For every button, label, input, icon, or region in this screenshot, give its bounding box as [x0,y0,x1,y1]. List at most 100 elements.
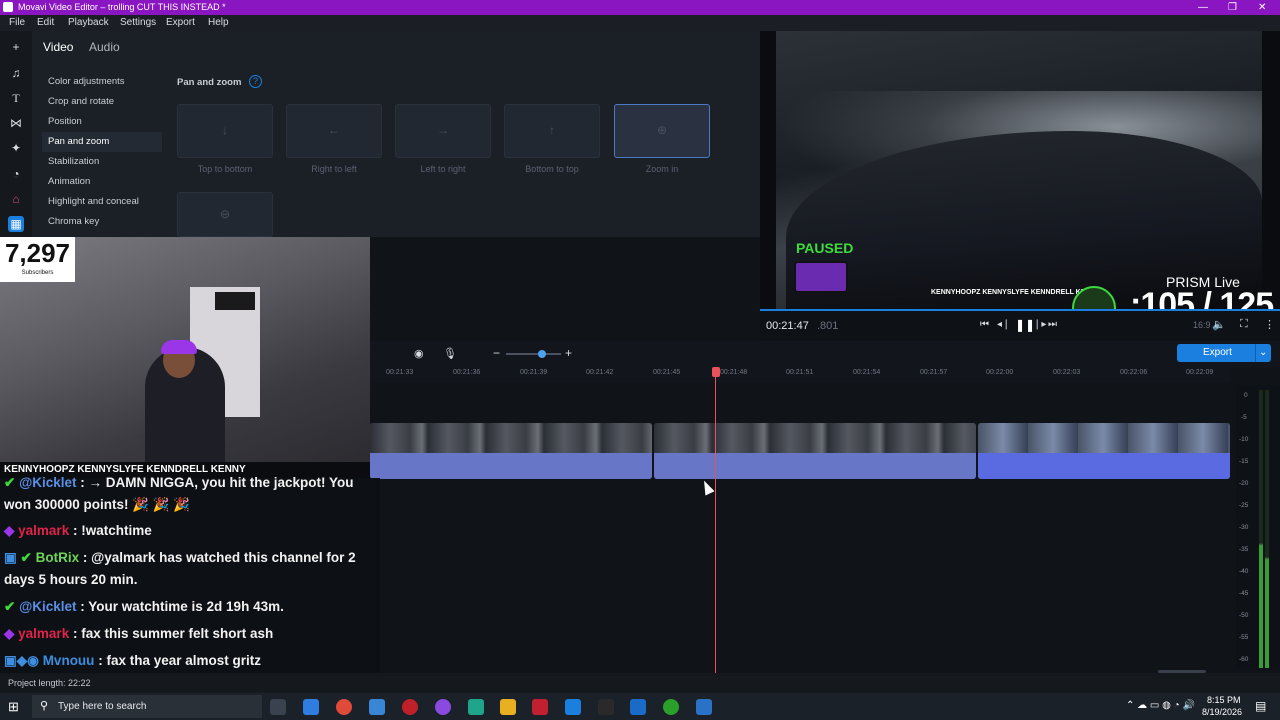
preset-top-to-bottom[interactable]: ↓ [177,104,273,158]
chevron-down-icon[interactable]: ⌄ [1255,344,1267,362]
clip-3[interactable] [978,423,1230,479]
app-icon[interactable] [696,699,712,715]
subscriber-counter: 7,297 Subscribers [0,237,75,282]
meter-tick: -30 [1239,524,1249,531]
category-color-adjustments[interactable]: Color adjustments [48,72,178,92]
ruler-tick: 00:22:00 [986,369,1014,376]
task-view-icon[interactable] [270,699,286,715]
arrow-left-icon: ← [328,123,340,137]
windows-start-icon[interactable]: ⊞ [8,699,19,715]
menu-export[interactable]: Export [166,15,195,31]
obs-icon[interactable] [402,699,418,715]
system-tray-icons[interactable]: ⌃ ☁ ▭ ◍ ◔ 🔊 [1126,700,1195,711]
taskbar-search[interactable]: ⚲ Type here to search [32,695,262,718]
app-icon[interactable] [435,699,451,715]
current-time: 00:21:47 [766,320,809,332]
skip-start-icon[interactable]: ⏮ [980,319,989,330]
category-animation[interactable]: Animation [48,172,178,192]
preset-bottom-to-top[interactable]: ↑ [504,104,600,158]
meter-tick: -10 [1239,436,1249,443]
ruler-tick: 00:21:54 [853,369,881,376]
ruler-tick: 00:21:51 [786,369,814,376]
preset-right-to-left[interactable]: ← [286,104,382,158]
seek-bar[interactable] [760,309,1280,311]
volume-icon[interactable]: 🔈 [1212,318,1226,331]
capcut-icon[interactable] [598,699,614,715]
menu-file[interactable]: File [9,15,25,31]
export-label: Export [1203,347,1232,358]
preset-label: Left to right [420,164,466,174]
chat-user: Mvnouu [42,653,95,668]
callouts-icon[interactable]: ⌂ [8,191,24,207]
file-explorer-icon[interactable] [500,699,516,715]
aspect-ratio[interactable]: 16:9 [1193,320,1211,330]
fullscreen-icon[interactable]: ⛶ [1240,318,1248,331]
menu-settings[interactable]: Settings [120,15,156,31]
check-icon: ✔ [4,599,20,614]
copilot-icon[interactable] [303,699,319,715]
skip-end-icon[interactable]: ⏭ [1048,319,1057,330]
preset-zoom-in[interactable]: ⊕ [614,104,710,158]
category-crop-rotate[interactable]: Crop and rotate [48,92,178,112]
store-icon[interactable] [369,699,385,715]
microphone-icon[interactable]: 🎙 [443,347,457,360]
stickers-icon[interactable]: ◔ [8,166,24,182]
transitions-icon[interactable]: ⋈ [8,115,24,131]
menu-help[interactable]: Help [208,15,229,31]
arrow-up-icon: ↑ [549,123,555,137]
category-pan-zoom[interactable]: Pan and zoom [42,132,162,152]
clip-waveform [370,453,652,479]
tab-audio[interactable]: Audio [89,40,120,54]
chat-user: yalmark [18,626,70,641]
record-icon[interactable]: ◉ [414,347,424,360]
category-stabilization[interactable]: Stabilization [48,152,178,172]
ruler-tick: 00:22:03 [1053,369,1081,376]
clip-1[interactable] [370,423,652,479]
export-button[interactable]: Export ⌄ [1177,344,1271,362]
zoom-slider-handle[interactable] [538,350,546,358]
more-icon[interactable]: ⋮ [1264,318,1275,331]
video-track [370,423,1230,479]
meter-tick: -45 [1239,590,1249,597]
chat-user: @Kicklet [19,599,77,614]
more-tools-icon[interactable]: ▦ [8,216,24,232]
movavi-icon[interactable] [565,699,581,715]
playhead-handle[interactable] [712,367,720,377]
meter-tick: -35 [1239,546,1249,553]
app-icon[interactable] [468,699,484,715]
next-frame-icon[interactable]: ❘▸ [1033,319,1046,330]
app-icon[interactable] [532,699,548,715]
meter-bar-right [1265,390,1269,668]
preset-zoom-out[interactable]: ⊖ [177,192,273,237]
notification-icon[interactable]: ▤ [1255,699,1266,713]
category-highlight-conceal[interactable]: Highlight and conceal [48,192,178,212]
close-icon[interactable]: ✕ [1258,0,1266,15]
prev-frame-icon[interactable]: ◂❘ [997,319,1010,330]
clip-thumbnails [654,423,976,453]
tab-video[interactable]: Video [43,40,73,54]
restore-icon[interactable]: ❐ [1228,0,1237,15]
music-icon[interactable]: ♫ [8,65,24,81]
preset-left-to-right[interactable]: → [395,104,491,158]
outlook-icon[interactable] [630,699,646,715]
meter-tick: -55 [1239,634,1249,641]
chrome-icon[interactable] [336,699,352,715]
chat-message: ✔ @Kicklet : Your watchtime is 2d 19h 43… [4,599,284,615]
badge-icon: ▣◆◉ [4,653,39,668]
category-chroma-key[interactable]: Chroma key [48,212,178,232]
titles-icon[interactable]: T [8,90,24,106]
help-icon[interactable]: ? [249,75,262,88]
xbox-icon[interactable] [663,699,679,715]
clip-2[interactable] [654,423,976,479]
category-position[interactable]: Position [48,112,178,132]
zoom-slider[interactable] [506,353,561,355]
menu-edit[interactable]: Edit [37,15,54,31]
minimize-icon[interactable]: — [1198,0,1208,15]
add-media-icon[interactable]: + [8,39,24,55]
filters-icon[interactable]: ✦ [8,140,24,156]
zoom-out-timeline-icon[interactable]: − [493,346,500,360]
playhead[interactable] [715,367,716,673]
zoom-in-timeline-icon[interactable]: + [565,346,572,360]
menu-playback[interactable]: Playback [68,15,109,31]
ruler-tick: 00:21:42 [586,369,614,376]
